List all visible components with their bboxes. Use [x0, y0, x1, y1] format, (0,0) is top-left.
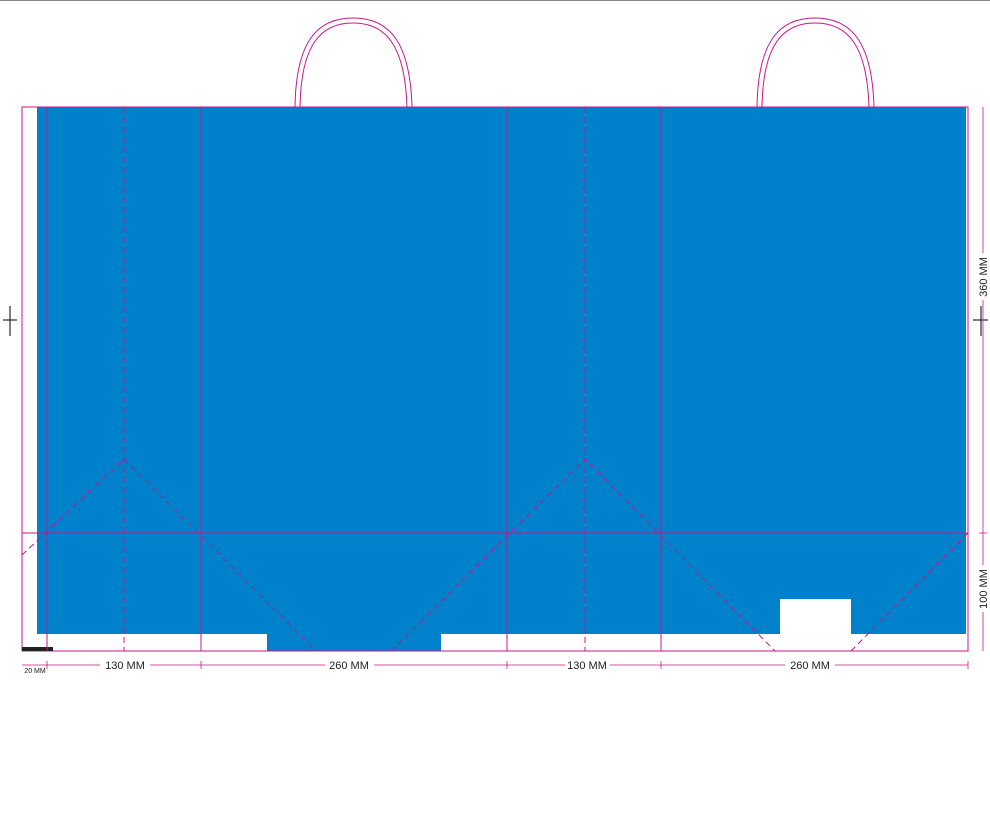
handle-left-outer [294, 17, 413, 108]
registration-mark-right [973, 306, 988, 336]
dim-label-body-height: 360 MM [978, 257, 990, 297]
print-area-fill [37, 107, 966, 651]
dim-label-back: 260 MM [790, 660, 830, 672]
handle-left-inner [299, 22, 408, 108]
dim-label-side-b: 130 MM [567, 660, 607, 672]
handle-left [294, 17, 413, 108]
dim-label-front: 260 MM [329, 660, 369, 672]
dim-label-side-a: 130 MM [105, 660, 145, 672]
handle-right-inner [761, 22, 870, 108]
dim-label-glue-flap: 20 MM [24, 668, 46, 675]
dim-label-bottom-height: 100 MM [978, 569, 990, 609]
bag-dieline-diagram: 20 MM 130 MM 260 MM 130 MM 260 MM 360 MM… [3, 17, 990, 675]
registration-mark-left [3, 306, 17, 336]
handle-right-outer [756, 17, 875, 108]
handle-right [756, 17, 875, 108]
glue-flap-marker [22, 647, 53, 651]
